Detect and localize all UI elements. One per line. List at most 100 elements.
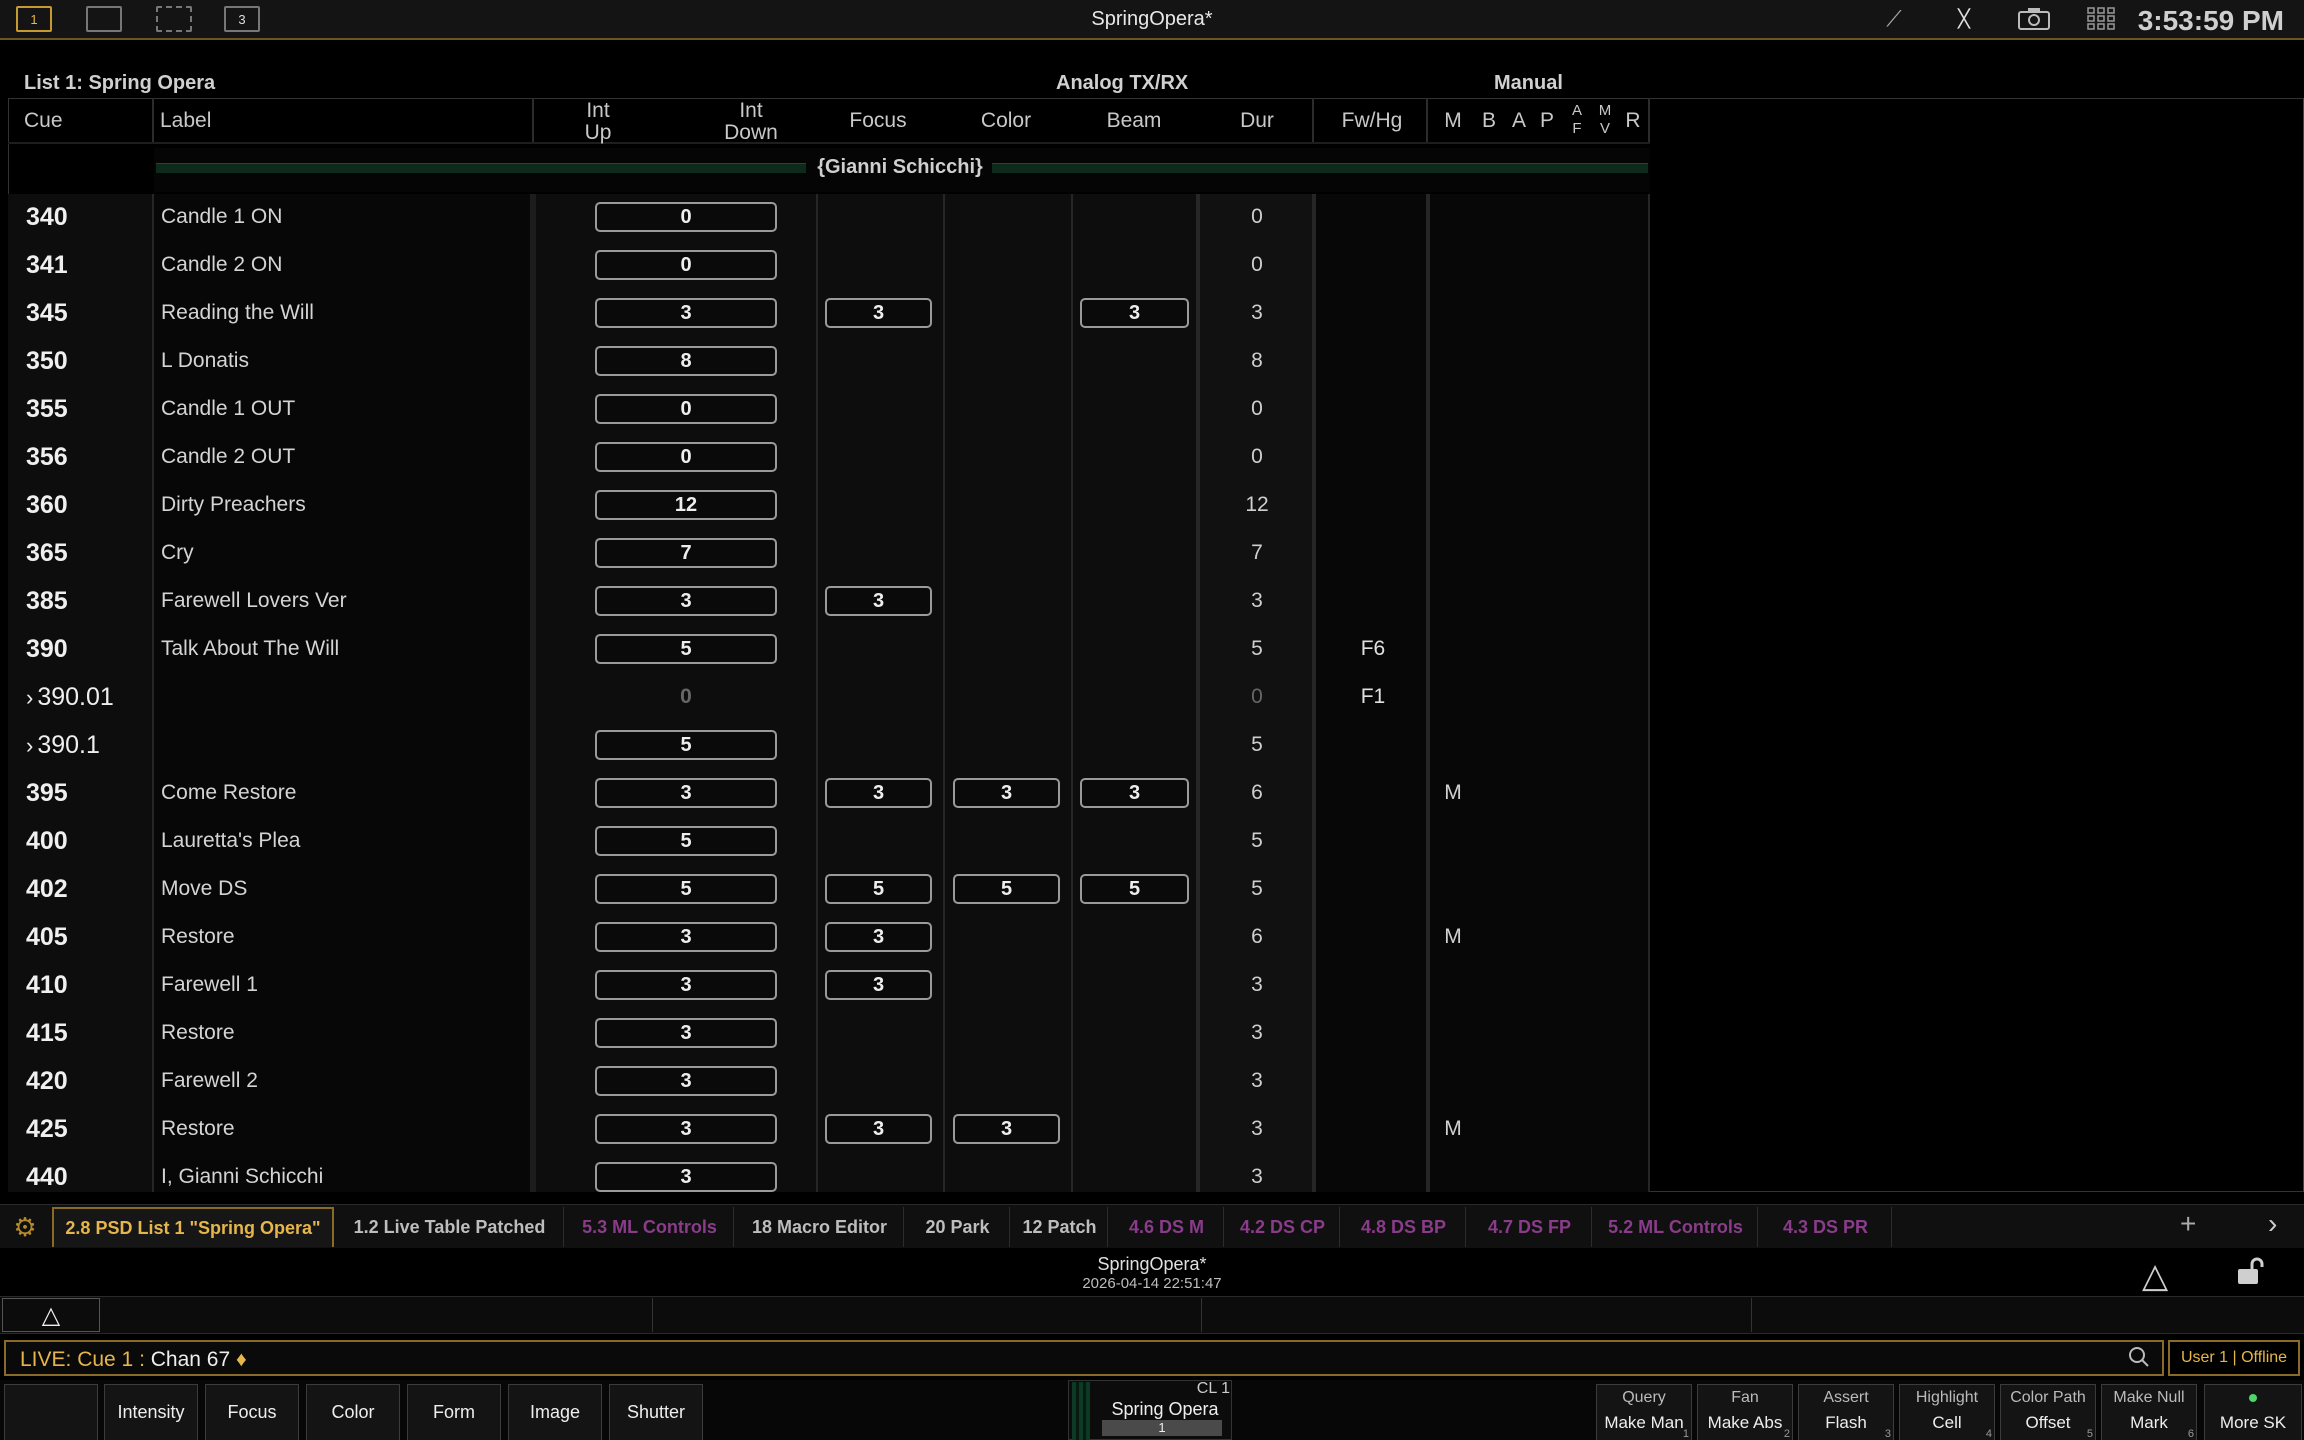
- mark-flag[interactable]: M: [1438, 781, 1468, 805]
- int-up-value[interactable]: 3: [595, 1066, 777, 1096]
- mark-flag[interactable]: M: [1438, 925, 1468, 949]
- cue-label[interactable]: Cry: [161, 541, 194, 565]
- cue-number[interactable]: 365: [26, 539, 68, 568]
- cue-row[interactable]: 355 Candle 1 OUT 0 0: [0, 385, 1650, 433]
- softkey[interactable]: Image: [508, 1384, 602, 1440]
- col-header-b[interactable]: B: [1476, 110, 1502, 132]
- cue-number[interactable]: 415: [26, 1019, 68, 1048]
- int-up-value[interactable]: 5: [595, 826, 777, 856]
- cue-row[interactable]: › 390.01 0 0 F1: [0, 673, 1650, 721]
- col-header-p[interactable]: P: [1534, 110, 1560, 132]
- col-header-cue[interactable]: Cue: [24, 110, 63, 132]
- cue-number[interactable]: › 390.1: [26, 731, 100, 760]
- delta-icon[interactable]: △: [2142, 1256, 2168, 1296]
- cue-label[interactable]: Come Restore: [161, 781, 296, 805]
- int-up-value[interactable]: 0: [595, 394, 777, 424]
- cue-number[interactable]: 395: [26, 779, 68, 808]
- camera-icon[interactable]: [2014, 4, 2054, 34]
- col-header-fwhg[interactable]: Fw/Hg: [1320, 110, 1424, 132]
- beam-time[interactable]: 3: [1080, 298, 1189, 328]
- cue-row[interactable]: 400 Lauretta's Plea 5 5: [0, 817, 1650, 865]
- cue-row[interactable]: 365 Cry 7 7: [0, 529, 1650, 577]
- softkey[interactable]: Assert Flash 3: [1798, 1384, 1894, 1440]
- cue-row[interactable]: 402 Move DS 5 5 5 5 5: [0, 865, 1650, 913]
- softkey[interactable]: Fan Make Abs 2: [1697, 1384, 1793, 1440]
- cue-number[interactable]: 390: [26, 635, 68, 664]
- tab[interactable]: 4.6 DS M: [1110, 1207, 1224, 1247]
- search-icon[interactable]: [2128, 1346, 2150, 1374]
- mark-flag[interactable]: M: [1438, 1117, 1468, 1141]
- cue-row[interactable]: 425 Restore 3 3 3 3 M: [0, 1105, 1650, 1153]
- cue-row[interactable]: 350 L Donatis 8 8: [0, 337, 1650, 385]
- softkey[interactable]: Highlight Cell 4: [1899, 1384, 1995, 1440]
- cue-row[interactable]: 340 Candle 1 ON 0 0: [0, 193, 1650, 241]
- softkey[interactable]: Focus: [205, 1384, 299, 1440]
- gear-icon[interactable]: ⚙: [10, 1212, 40, 1242]
- col-header-m[interactable]: M: [1440, 110, 1466, 132]
- cue-number[interactable]: 341: [26, 251, 68, 280]
- follow-hang[interactable]: F6: [1318, 637, 1428, 661]
- cue-row[interactable]: 420 Farewell 2 3 3: [0, 1057, 1650, 1105]
- cue-label[interactable]: Farewell 2: [161, 1069, 258, 1093]
- follow-hang[interactable]: F1: [1318, 685, 1428, 709]
- softkey[interactable]: Shutter: [609, 1384, 703, 1440]
- softkey[interactable]: Color: [306, 1384, 400, 1440]
- cue-label[interactable]: Dirty Preachers: [161, 493, 306, 517]
- cue-number[interactable]: 356: [26, 443, 68, 472]
- int-up-value[interactable]: 5: [595, 634, 777, 664]
- cue-row[interactable]: 395 Come Restore 3 3 3 3 6 M: [0, 769, 1650, 817]
- tab[interactable]: 2.8 PSD List 1 "Spring Opera": [52, 1207, 334, 1247]
- color-time[interactable]: 3: [953, 1114, 1060, 1144]
- cue-number[interactable]: › 390.01: [26, 683, 114, 712]
- int-up-value[interactable]: 3: [595, 298, 777, 328]
- cue-label[interactable]: Candle 1 OUT: [161, 397, 295, 421]
- cue-number[interactable]: 385: [26, 587, 68, 616]
- col-header-a[interactable]: A: [1506, 110, 1532, 132]
- cue-row[interactable]: 440 I, Gianni Schicchi 3 3: [0, 1153, 1650, 1201]
- user-status[interactable]: User 1 | Offline: [2168, 1340, 2300, 1376]
- cue-label[interactable]: Move DS: [161, 877, 247, 901]
- cue-row[interactable]: 356 Candle 2 OUT 0 0: [0, 433, 1650, 481]
- cue-number[interactable]: 420: [26, 1067, 68, 1096]
- int-up-value[interactable]: 7: [595, 538, 777, 568]
- col-header-int-down[interactable]: Int Down: [706, 100, 796, 144]
- int-up-value[interactable]: 3: [595, 1162, 777, 1192]
- beam-time[interactable]: 3: [1080, 778, 1189, 808]
- cue-label[interactable]: Lauretta's Plea: [161, 829, 300, 853]
- cue-row[interactable]: 360 Dirty Preachers 12 12: [0, 481, 1650, 529]
- cue-label[interactable]: I, Gianni Schicchi: [161, 1165, 323, 1189]
- cue-number[interactable]: 350: [26, 347, 68, 376]
- tab[interactable]: 5.3 ML Controls: [566, 1207, 734, 1247]
- cue-row[interactable]: 345 Reading the Will 3 3 3 3: [0, 289, 1650, 337]
- softkey[interactable]: Color Path Offset 5: [2000, 1384, 2096, 1440]
- softkey[interactable]: Query Make Man 1: [1596, 1384, 1692, 1440]
- tab[interactable]: 4.3 DS PR: [1760, 1207, 1892, 1247]
- softkey[interactable]: Make Null Mark 6: [2101, 1384, 2197, 1440]
- tab[interactable]: 12 Patch: [1012, 1207, 1108, 1247]
- focus-time[interactable]: 3: [825, 586, 932, 616]
- tab[interactable]: 4.8 DS BP: [1342, 1207, 1466, 1247]
- chevron-right-icon[interactable]: ›: [26, 685, 33, 710]
- cue-label[interactable]: Restore: [161, 1021, 235, 1045]
- tab[interactable]: 5.2 ML Controls: [1594, 1207, 1758, 1247]
- cue-number[interactable]: 355: [26, 395, 68, 424]
- cue-label[interactable]: Restore: [161, 925, 235, 949]
- int-up-value[interactable]: 3: [595, 970, 777, 1000]
- cue-number[interactable]: 410: [26, 971, 68, 1000]
- int-up-value[interactable]: 0: [595, 250, 777, 280]
- tab[interactable]: 20 Park: [906, 1207, 1010, 1247]
- int-up-value[interactable]: 3: [595, 922, 777, 952]
- tab[interactable]: 4.7 DS FP: [1468, 1207, 1592, 1247]
- int-up-value[interactable]: 12: [595, 490, 777, 520]
- focus-time[interactable]: 3: [825, 922, 932, 952]
- int-up-value[interactable]: 5: [595, 730, 777, 760]
- chevron-right-icon[interactable]: ›: [26, 733, 33, 758]
- wand-icon[interactable]: ⟋: [1876, 4, 1912, 34]
- color-time[interactable]: 5: [953, 874, 1060, 904]
- int-up-value[interactable]: 0: [595, 442, 777, 472]
- col-header-beam[interactable]: Beam: [1084, 110, 1184, 132]
- col-header-focus[interactable]: Focus: [828, 110, 928, 132]
- cue-label[interactable]: Restore: [161, 1117, 235, 1141]
- cue-label[interactable]: Talk About The Will: [161, 637, 339, 661]
- beam-time[interactable]: 5: [1080, 874, 1189, 904]
